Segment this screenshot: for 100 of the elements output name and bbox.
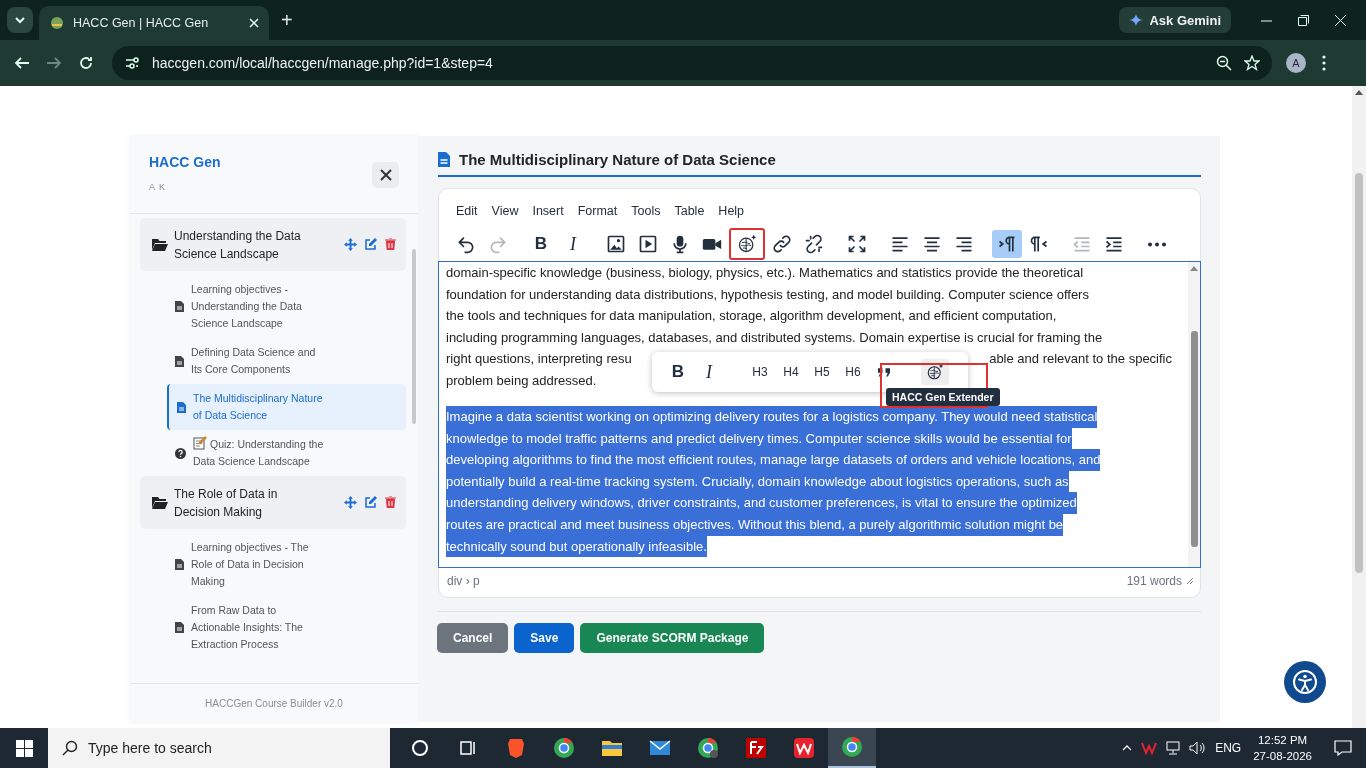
browser-icon[interactable] bbox=[552, 736, 576, 760]
paragraph-text: foundation for understanding data distributions, hypothesis testing, and model building. Computer science offers bbox=[446, 285, 1089, 304]
fullscreen-icon bbox=[847, 234, 867, 254]
close-icon[interactable] bbox=[249, 18, 259, 28]
browser-tab[interactable]: HACC Gen | HACC Gen bbox=[39, 6, 269, 40]
tray-app-icon[interactable] bbox=[1141, 740, 1158, 756]
windows-icon[interactable] bbox=[15, 739, 33, 757]
word-count[interactable]: 191 words bbox=[1126, 574, 1182, 588]
align-center-icon bbox=[922, 234, 942, 254]
user-initials: A K bbox=[149, 182, 167, 192]
lesson-title: Defining Data Science and Its Core Components bbox=[191, 345, 317, 377]
lesson-item[interactable]: The Multidisciplinary Nature of Data Science bbox=[167, 384, 406, 430]
selected-text: knowledge to model traffic patterns and predict delivery times. Computer science skills would be essential for bbox=[446, 427, 1072, 450]
clock-time[interactable]: 12:52 PM bbox=[1257, 732, 1308, 748]
menu-item[interactable]: Tools bbox=[624, 201, 668, 221]
heading-button[interactable]: H3 bbox=[746, 359, 774, 385]
heading-button[interactable]: H5 bbox=[808, 359, 836, 385]
paragraph-text: domain-specific knowledge (business, biology, physics, etc.). Mathematics and statistics provide the theoretical bbox=[446, 264, 1084, 282]
document-icon bbox=[175, 301, 184, 312]
menu-icon[interactable] bbox=[1322, 55, 1326, 71]
editor-content[interactable] bbox=[438, 261, 1201, 568]
close-icon[interactable] bbox=[1335, 14, 1346, 26]
heading-button[interactable]: H4 bbox=[777, 359, 805, 385]
section-title: Understanding the Data Science Landscape bbox=[174, 227, 302, 263]
forward-arrow-icon[interactable] bbox=[46, 55, 62, 71]
menu-item[interactable]: Insert bbox=[525, 201, 571, 221]
zoom-icon[interactable] bbox=[1216, 55, 1232, 71]
document-icon bbox=[175, 355, 184, 367]
lesson-item[interactable]: Learning objectives - The Role of Data in Decision Making bbox=[167, 533, 406, 596]
heading-button[interactable]: H6 bbox=[839, 359, 867, 385]
document-icon bbox=[175, 559, 184, 570]
network-icon[interactable] bbox=[1165, 740, 1182, 756]
trash-icon[interactable] bbox=[385, 238, 396, 250]
mic-icon bbox=[670, 234, 690, 254]
reload-icon[interactable] bbox=[78, 55, 94, 71]
editor-scrollbar[interactable] bbox=[1188, 262, 1200, 567]
secondary-button[interactable]: Cancel bbox=[437, 623, 509, 653]
move-icon[interactable] bbox=[344, 496, 357, 509]
paragraph-text: right questions, interpreting resu bbox=[446, 350, 632, 369]
lesson-title: Learning objectives - The Role of Data in Decision Making bbox=[191, 540, 310, 589]
memo-icon bbox=[193, 436, 207, 450]
star-icon[interactable] bbox=[1244, 55, 1260, 71]
primary-button[interactable]: Save bbox=[514, 623, 575, 653]
lesson-item[interactable]: Learning objectives - Understanding the Data Science Landscape bbox=[167, 275, 406, 338]
move-icon[interactable] bbox=[344, 238, 357, 251]
section-header[interactable]: Understanding the Data Science Landscape bbox=[140, 218, 406, 271]
unlink-icon bbox=[804, 234, 824, 254]
paragraph-text: able and relevant to the specific bbox=[989, 350, 1172, 369]
browser-icon[interactable] bbox=[696, 736, 720, 760]
edit-icon[interactable] bbox=[365, 238, 377, 250]
office-app-icon[interactable] bbox=[792, 736, 816, 760]
bold-button[interactable]: B bbox=[664, 359, 692, 385]
bold-button[interactable]: B bbox=[526, 230, 556, 258]
address-bar[interactable]: haccgen.com/local/haccgen/manage.php?id=1&step=4 bbox=[112, 46, 1272, 80]
document-icon bbox=[177, 401, 186, 413]
restore-icon[interactable] bbox=[1298, 14, 1309, 26]
ask-gemini-button[interactable]: Ask Gemini bbox=[1119, 7, 1231, 33]
ftp-app-icon[interactable] bbox=[744, 736, 768, 760]
ltr-icon bbox=[997, 234, 1017, 254]
selected-text: developing algorithms to find the most efficient routes, manage large datasets of orders and vehicle locations, and bbox=[446, 449, 1101, 471]
lesson-item[interactable]: From Raw Data to Actionable Insights: The Extraction Process bbox=[167, 596, 406, 659]
edit-icon[interactable] bbox=[365, 496, 377, 508]
brain-button[interactable] bbox=[921, 359, 949, 385]
element-path[interactable]: div › p bbox=[447, 574, 480, 588]
browser-icon[interactable] bbox=[840, 735, 864, 759]
page-scrollbar[interactable] bbox=[1352, 86, 1366, 728]
profile-avatar[interactable]: A bbox=[1286, 53, 1306, 73]
brain-button[interactable] bbox=[729, 228, 765, 260]
lesson-title: Quiz: Understanding the Data Science Landscape bbox=[193, 436, 325, 469]
folder-icon bbox=[152, 496, 168, 509]
close-icon bbox=[379, 169, 392, 181]
italic-button[interactable]: I bbox=[695, 359, 723, 385]
lesson-item[interactable]: Defining Data Science and Its Core Components bbox=[167, 338, 406, 384]
taskbar-search-field[interactable]: Type here to search bbox=[48, 728, 390, 768]
menu-item[interactable]: Help bbox=[711, 201, 752, 221]
link-icon bbox=[772, 234, 792, 254]
italic-button[interactable]: I bbox=[558, 230, 588, 258]
menu-item[interactable]: Table bbox=[667, 201, 712, 221]
speaker-icon[interactable] bbox=[1189, 740, 1208, 756]
menu-item[interactable]: Format bbox=[570, 201, 625, 221]
menu-item[interactable]: Edit bbox=[449, 201, 485, 221]
lesson-item[interactable]: Quiz: Understanding the Data Science Landscape bbox=[167, 430, 406, 476]
accessibility-button[interactable] bbox=[1284, 661, 1326, 703]
trash-icon[interactable] bbox=[385, 496, 396, 508]
back-arrow-icon[interactable] bbox=[14, 55, 30, 71]
lesson-title: The Multidisciplinary Nature of Data Science bbox=[193, 391, 324, 423]
notification-icon[interactable] bbox=[1334, 740, 1352, 756]
clock-date[interactable]: 27-08-2026 bbox=[1253, 748, 1312, 764]
language-indicator[interactable]: ENG bbox=[1215, 741, 1242, 755]
success-button[interactable]: Generate SCORM Package bbox=[580, 623, 765, 653]
resize-handle-icon[interactable] bbox=[1186, 577, 1194, 585]
accessibility-icon bbox=[1292, 669, 1318, 695]
align-right-icon bbox=[954, 234, 974, 254]
align-left-icon bbox=[890, 234, 910, 254]
section-header[interactable]: The Role of Data in Decision Making bbox=[140, 476, 406, 529]
menu-item[interactable]: View bbox=[484, 201, 526, 221]
tab-list-button[interactable] bbox=[7, 7, 33, 33]
new-tab-button[interactable]: + bbox=[281, 8, 293, 32]
ltr-button[interactable] bbox=[992, 230, 1022, 258]
close-button[interactable] bbox=[372, 162, 399, 188]
